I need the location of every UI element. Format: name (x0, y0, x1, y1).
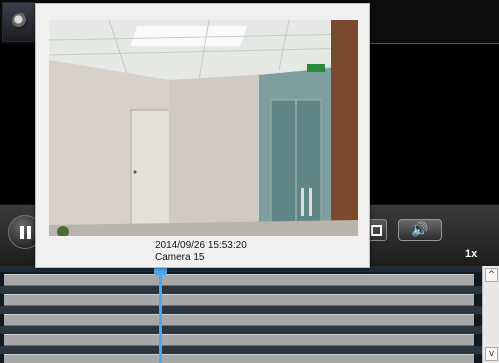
timeline-track[interactable] (4, 274, 474, 286)
chevron-up-icon[interactable]: ^ (485, 268, 498, 282)
timeline-track[interactable] (4, 334, 474, 346)
playhead-line[interactable] (159, 266, 162, 363)
timeline-track[interactable] (4, 354, 474, 363)
timeline-scrollbar[interactable]: ^ v (482, 266, 499, 363)
chevron-down-icon[interactable]: v (485, 347, 498, 361)
preview-popup: 2014/09/26 15:53:20 Camera 15 (35, 3, 370, 268)
pause-icon (20, 226, 24, 239)
track-separator (0, 286, 482, 294)
track-separator (0, 326, 482, 334)
preview-timestamp: 2014/09/26 15:53:20 (155, 240, 247, 251)
preview-caption: 2014/09/26 15:53:20 Camera 15 (155, 240, 247, 264)
track-separator (0, 346, 482, 354)
playback-speed-label: 1x (465, 248, 478, 260)
preview-image (49, 20, 358, 236)
sound-button[interactable]: 🔊 (398, 219, 442, 241)
camera-thumbnail[interactable] (2, 2, 36, 42)
camera-icon (12, 13, 28, 29)
snapshot-icon (371, 225, 382, 236)
top-right-panel (370, 0, 499, 44)
track-separator (0, 306, 482, 314)
preview-camera-name: Camera 15 (155, 252, 205, 263)
pause-icon-bar (27, 226, 31, 239)
preview-frame (49, 20, 358, 236)
timeline-track[interactable] (4, 314, 474, 326)
timeline-track[interactable] (4, 294, 474, 306)
timeline[interactable] (0, 266, 482, 363)
speaker-icon: 🔊 (411, 222, 429, 238)
